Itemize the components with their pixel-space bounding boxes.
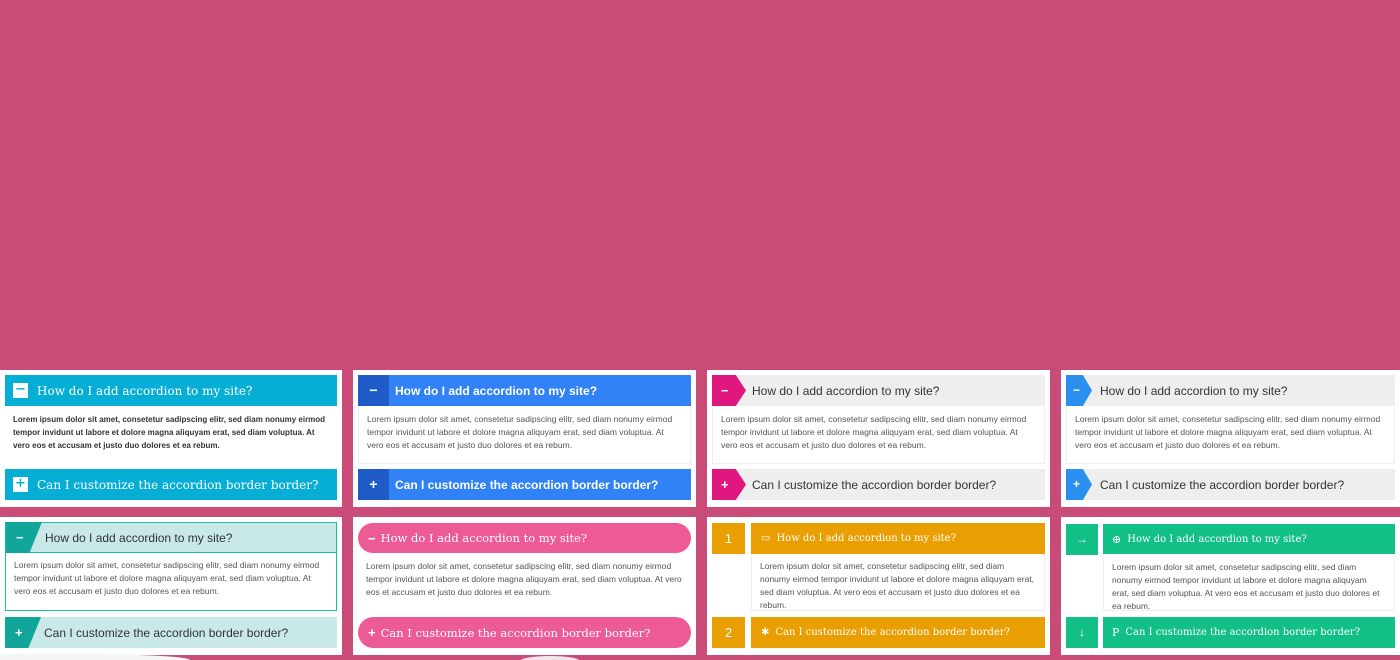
- accordion-style-8: → ⊕ How do I add accordion to my site? L…: [1061, 517, 1400, 655]
- accordion-title: Can I customize the accordion border bor…: [395, 477, 659, 492]
- laptop-icon: ▭: [761, 533, 771, 544]
- accordion-header-1[interactable]: − How do I add accordion to my site?: [5, 375, 337, 406]
- minus-icon: −: [358, 375, 389, 406]
- accordion-title: Can I customize the accordion border bor…: [380, 625, 651, 640]
- globe-icon: ⊕: [1112, 532, 1122, 546]
- accordion-body: Lorem ipsum dolor sit amet, consetetur s…: [13, 415, 326, 450]
- step-number[interactable]: 2: [712, 617, 745, 648]
- accordion-body: Lorem ipsum dolor sit amet, consetetur s…: [751, 554, 1045, 611]
- accordion-header-1[interactable]: − How do I add accordion to my site?: [358, 523, 691, 553]
- accordion-title: Can I customize the accordion border bor…: [752, 477, 997, 492]
- accordion-header-2[interactable]: + Can I customize the accordion border b…: [358, 617, 691, 648]
- step-number[interactable]: 1: [712, 523, 745, 554]
- accordion-header-2[interactable]: ✱ Can I customize the accordion border b…: [751, 617, 1045, 648]
- accordion-title: Can I customize the accordion border bor…: [1100, 477, 1345, 492]
- accordion-title: How do I add accordion to my site?: [752, 383, 940, 398]
- minus-icon: −: [712, 375, 746, 406]
- accordion-body: Lorem ipsum dolor sit amet, consetetur s…: [1103, 555, 1395, 611]
- accordion-style-5: − How do I add accordion to my site? Lor…: [0, 517, 342, 655]
- accordion-header-2[interactable]: + Can I customize the accordion border b…: [5, 617, 337, 648]
- minus-icon: −: [13, 383, 28, 398]
- minus-icon: −: [6, 522, 42, 553]
- accordion-title: Can I customize the accordion border bor…: [775, 627, 1010, 638]
- gear-icon: ✱: [761, 627, 770, 638]
- decorative-shape: [520, 656, 580, 660]
- accordion-title: Can I customize the accordion border bor…: [44, 625, 289, 640]
- accordion-title: How do I add accordion to my site?: [380, 531, 588, 545]
- accordion-header-2[interactable]: + Can I customize the accordion border b…: [1066, 469, 1395, 500]
- accordion-title: How do I add accordion to my site?: [1100, 383, 1288, 398]
- accordion-title: How do I add accordion to my site?: [1127, 533, 1307, 545]
- accordion-body: Lorem ipsum dolor sit amet, consetetur s…: [358, 407, 691, 464]
- plus-icon: +: [1066, 469, 1092, 500]
- accordion-header-2[interactable]: + Can I customize the accordion border b…: [358, 469, 691, 500]
- minus-icon: −: [368, 530, 376, 546]
- accordion-header-1[interactable]: − How do I add accordion to my site?: [5, 522, 337, 553]
- accordion-style-6: − How do I add accordion to my site? Lor…: [353, 517, 696, 655]
- accordion-title: Can I customize the accordion border bor…: [37, 477, 319, 492]
- accordion-header-2[interactable]: + Can I customize the accordion border b…: [5, 469, 337, 500]
- accordion-body: Lorem ipsum dolor sit amet, consetetur s…: [366, 561, 682, 597]
- accordion-header-1[interactable]: − How do I add accordion to my site?: [712, 375, 1045, 406]
- plus-icon: +: [712, 469, 746, 500]
- accordion-title: How do I add accordion to my site?: [37, 383, 253, 398]
- accordion-header-1[interactable]: − How do I add accordion to my site?: [358, 375, 691, 406]
- accordion-title: How do I add accordion to my site?: [45, 530, 233, 545]
- accordion-header-1[interactable]: − How do I add accordion to my site?: [1066, 375, 1395, 406]
- accordion-title: How do I add accordion to my site?: [776, 533, 956, 544]
- plus-icon: +: [13, 477, 28, 492]
- accordion-header-2[interactable]: P Can I customize the accordion border b…: [1103, 617, 1395, 648]
- accordion-style-7: 1 ▭ How do I add accordion to my site? L…: [707, 517, 1050, 655]
- arrow-right-icon[interactable]: →: [1066, 524, 1098, 555]
- accordion-header-1[interactable]: ⊕ How do I add accordion to my site?: [1103, 524, 1395, 554]
- accordion-body: Lorem ipsum dolor sit amet, consetetur s…: [5, 553, 337, 611]
- plus-icon: +: [358, 469, 389, 500]
- accordion-header-2[interactable]: + Can I customize the accordion border b…: [712, 469, 1045, 500]
- paypal-icon: P: [1112, 626, 1120, 639]
- minus-icon: −: [1066, 375, 1092, 406]
- accordion-style-2: − How do I add accordion to my site? Lor…: [353, 370, 696, 507]
- accordion-style-4: − How do I add accordion to my site? Lor…: [1061, 370, 1400, 507]
- arrow-down-icon[interactable]: ↓: [1066, 617, 1098, 648]
- plus-icon: +: [368, 625, 376, 640]
- accordion-title: Can I customize the accordion border bor…: [1125, 627, 1360, 638]
- accordion-body: Lorem ipsum dolor sit amet, consetetur s…: [1066, 407, 1395, 464]
- accordion-style-1: − How do I add accordion to my site? Lor…: [0, 370, 342, 507]
- accordion-style-3: − How do I add accordion to my site? Lor…: [707, 370, 1050, 507]
- accordion-title: How do I add accordion to my site?: [395, 383, 598, 398]
- accordion-body: Lorem ipsum dolor sit amet, consetetur s…: [712, 407, 1045, 464]
- plus-icon: +: [5, 617, 41, 648]
- accordion-header-1[interactable]: ▭ How do I add accordion to my site?: [751, 523, 1045, 554]
